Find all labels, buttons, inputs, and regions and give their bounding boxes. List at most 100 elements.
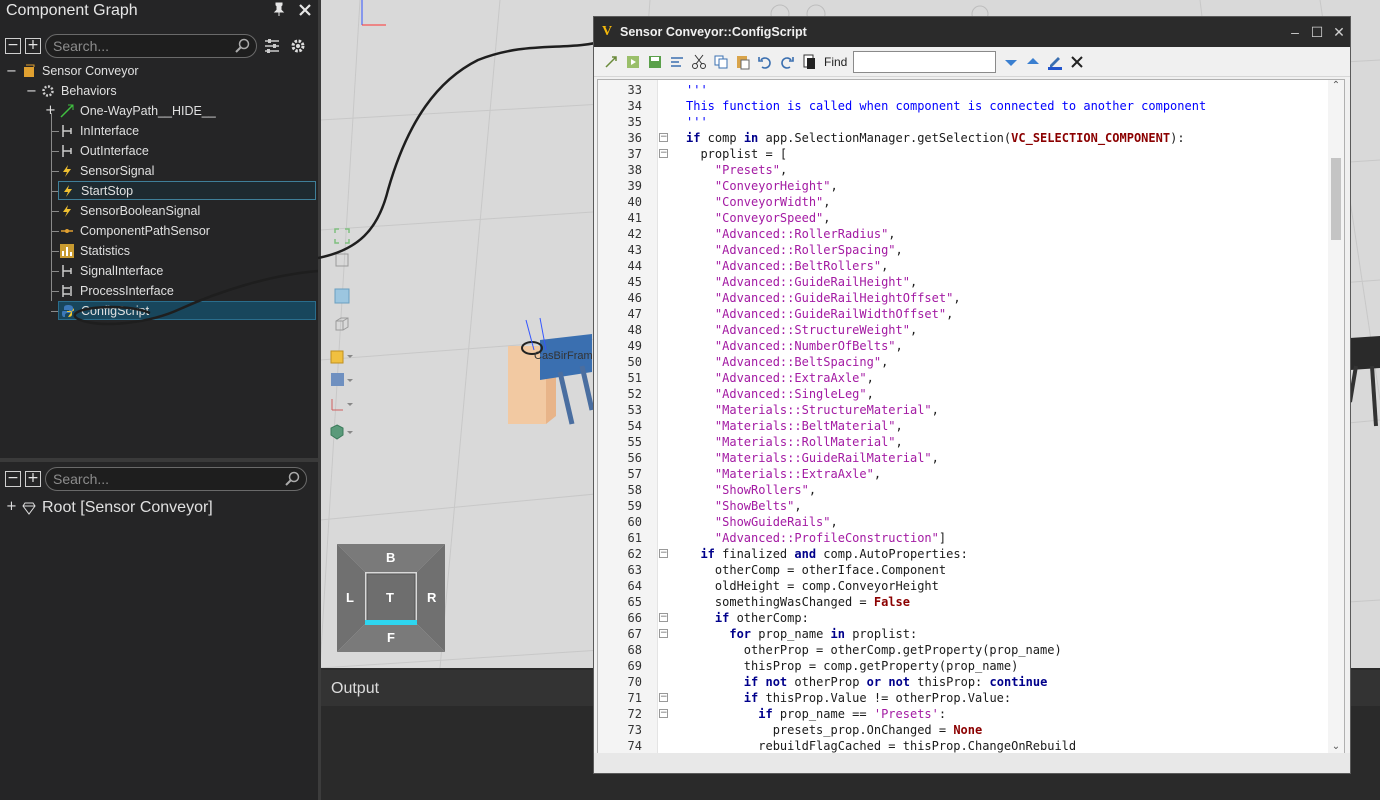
fit-view-icon[interactable]	[334, 252, 350, 268]
document-icon[interactable]	[798, 51, 820, 73]
measure-icon[interactable]	[330, 372, 354, 388]
code-line[interactable]: 74 rebuildFlagCached = thisProp.ChangeOn…	[598, 738, 1328, 754]
fill-selection-icon[interactable]	[334, 228, 350, 244]
filter-settings-icon[interactable]	[261, 35, 283, 57]
code-line[interactable]: 39 "ConveyorHeight",	[598, 178, 1328, 194]
find-input[interactable]	[853, 50, 997, 73]
maximize-icon[interactable]: ☐	[1306, 24, 1328, 41]
vertical-scrollbar[interactable]: ⌃ ⌄	[1328, 80, 1344, 754]
code-line[interactable]: 41 "ConveyorSpeed",	[598, 210, 1328, 226]
code-line[interactable]: 49 "Advanced::NumberOfBelts",	[598, 338, 1328, 354]
code-line[interactable]: 40 "ConveyorWidth",	[598, 194, 1328, 210]
copy-icon[interactable]	[710, 51, 732, 73]
window-titlebar[interactable]: V Sensor Conveyor::ConfigScript – ☐ ✕	[594, 17, 1350, 47]
box-wireframe-icon[interactable]	[334, 316, 350, 332]
highlight-icon[interactable]	[1044, 51, 1066, 73]
code-line[interactable]: 67 − for prop_name in proplist:	[598, 626, 1328, 642]
axis-icon[interactable]	[330, 396, 354, 412]
code-line[interactable]: 48 "Advanced::StructureWeight",	[598, 322, 1328, 338]
gear-icon[interactable]	[287, 35, 309, 57]
panel-splitter[interactable]	[0, 458, 318, 462]
code-line[interactable]: 73 presets_prop.OnChanged = None	[598, 722, 1328, 738]
root-search-input[interactable]: Search...	[45, 467, 307, 491]
code-line[interactable]: 54 "Materials::BeltMaterial",	[598, 418, 1328, 434]
code-line[interactable]: 35 '''	[598, 114, 1328, 130]
pin-icon[interactable]	[266, 2, 292, 20]
tree-expander-plus[interactable]: +	[6, 499, 17, 514]
expand-all-button[interactable]: +	[25, 38, 41, 54]
redo-icon[interactable]	[776, 51, 798, 73]
fold-toggle-icon[interactable]: −	[659, 549, 668, 558]
code-line[interactable]: 53 "Materials::StructureMaterial",	[598, 402, 1328, 418]
code-line[interactable]: 65 somethingWasChanged = False	[598, 594, 1328, 610]
collapse-all-button[interactable]: −	[5, 471, 21, 487]
fold-toggle-icon[interactable]: −	[659, 709, 668, 718]
code-line[interactable]: 71 − if thisProp.Value != otherProp.Value…	[598, 690, 1328, 706]
undo-icon[interactable]	[754, 51, 776, 73]
fold-toggle-icon[interactable]: −	[659, 149, 668, 158]
minimize-icon[interactable]: –	[1284, 24, 1306, 40]
code-line[interactable]: 64 oldHeight = comp.ConveyorHeight	[598, 578, 1328, 594]
scrollbar-thumb[interactable]	[1331, 158, 1341, 240]
cube-face-front[interactable]: F	[387, 630, 395, 645]
code-line[interactable]: 57 "Materials::ExtraAxle",	[598, 466, 1328, 482]
cube-face-left[interactable]: L	[346, 590, 354, 605]
cube-face-right[interactable]: R	[427, 590, 436, 605]
code-line[interactable]: 50 "Advanced::BeltSpacing",	[598, 354, 1328, 370]
code-line[interactable]: 44 "Advanced::BeltRollers",	[598, 258, 1328, 274]
code-line[interactable]: 42 "Advanced::RollerRadius",	[598, 226, 1328, 242]
cube-face-back[interactable]: B	[386, 550, 395, 565]
fold-toggle-icon[interactable]: −	[659, 613, 668, 622]
find-next-icon[interactable]	[1000, 51, 1022, 73]
code-line[interactable]: 51 "Advanced::ExtraAxle",	[598, 370, 1328, 386]
code-line[interactable]: 63 otherComp = otherIface.Component	[598, 562, 1328, 578]
code-line[interactable]: 58 "ShowRollers",	[598, 482, 1328, 498]
graph-search-input[interactable]: Search...	[45, 34, 257, 58]
expand-all-button[interactable]: +	[25, 471, 41, 487]
code-line[interactable]: 47 "Advanced::GuideRailWidthOffset",	[598, 306, 1328, 322]
scroll-up-icon[interactable]: ⌃	[1328, 80, 1344, 91]
code-line[interactable]: 56 "Materials::GuideRailMaterial",	[598, 450, 1328, 466]
code-line[interactable]: 37 − proplist = [	[598, 146, 1328, 162]
code-line[interactable]: 33 '''	[598, 82, 1328, 98]
code-line[interactable]: 61 "Advanced::ProfileConstruction"]	[598, 530, 1328, 546]
compile-icon[interactable]	[600, 51, 622, 73]
run-script-icon[interactable]	[622, 51, 644, 73]
close-icon[interactable]	[292, 3, 318, 20]
code-line[interactable]: 70 if not otherProp or not thisProp: con…	[598, 674, 1328, 690]
paste-icon[interactable]	[732, 51, 754, 73]
format-code-icon[interactable]	[666, 51, 688, 73]
cube-face-top[interactable]: T	[386, 590, 394, 605]
code-line[interactable]: 46 "Advanced::GuideRailHeightOffset",	[598, 290, 1328, 306]
code-line[interactable]: 69 thisProp = comp.getProperty(prop_name…	[598, 658, 1328, 674]
code-editor[interactable]: 33 ''' 34 This function is called when comp…	[597, 79, 1345, 755]
fold-toggle-icon[interactable]: −	[659, 629, 668, 638]
code-line[interactable]: 62 − if finalized and comp.AutoProperties…	[598, 546, 1328, 562]
clear-find-icon[interactable]	[1066, 51, 1088, 73]
close-icon[interactable]: ✕	[1328, 24, 1350, 41]
tree-node-world-root[interactable]: Root [Sensor Conveyor]	[22, 498, 213, 517]
code-line[interactable]: 52 "Advanced::SingleLeg",	[598, 386, 1328, 402]
code-line[interactable]: 55 "Materials::RollMaterial",	[598, 434, 1328, 450]
collapse-all-button[interactable]: −	[5, 38, 21, 54]
save-icon[interactable]	[644, 51, 666, 73]
code-line[interactable]: 43 "Advanced::RollerSpacing",	[598, 242, 1328, 258]
code-line[interactable]: 45 "Advanced::GuideRailHeight",	[598, 274, 1328, 290]
view-navigation-cube[interactable]: B L T R F	[337, 544, 445, 652]
code-line[interactable]: 59 "ShowBelts",	[598, 498, 1328, 514]
code-line[interactable]: 34 This function is called when component…	[598, 98, 1328, 114]
render-mode-icon[interactable]	[330, 348, 354, 364]
fold-toggle-icon[interactable]: −	[659, 133, 668, 142]
fold-toggle-icon[interactable]: −	[659, 693, 668, 702]
code-line[interactable]: 36 − if comp in app.SelectionManager.getSe…	[598, 130, 1328, 146]
code-line[interactable]: 68 otherProp = otherComp.getProperty(pro…	[598, 642, 1328, 658]
code-line[interactable]: 38 "Presets",	[598, 162, 1328, 178]
code-line[interactable]: 66 − if otherComp:	[598, 610, 1328, 626]
cut-icon[interactable]	[688, 51, 710, 73]
grid-view-icon[interactable]	[334, 288, 350, 304]
scroll-down-icon[interactable]: ⌄	[1328, 741, 1344, 752]
find-previous-icon[interactable]	[1022, 51, 1044, 73]
code-line[interactable]: 72 − if prop_name == 'Presets':	[598, 706, 1328, 722]
snap-icon[interactable]	[330, 424, 354, 440]
code-line[interactable]: 60 "ShowGuideRails",	[598, 514, 1328, 530]
